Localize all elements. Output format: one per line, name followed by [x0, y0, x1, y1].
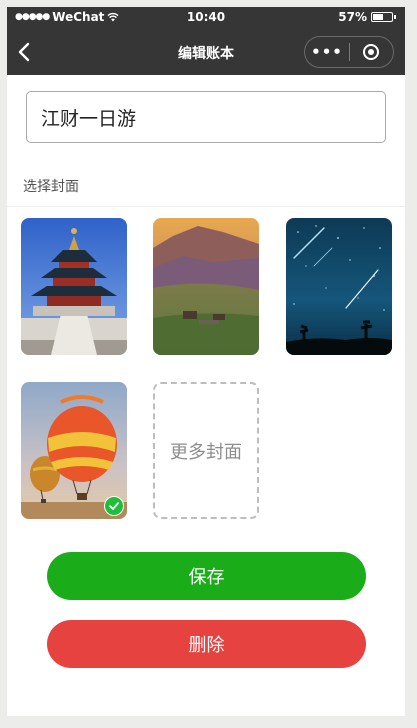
mini-program-close-button[interactable]: [350, 44, 393, 60]
cover-option-temple-of-heaven[interactable]: [21, 218, 127, 355]
cover-option-meteor-night-sky[interactable]: [286, 218, 392, 355]
navigation-bar: 编辑账本 •••: [7, 29, 405, 75]
more-covers-button[interactable]: 更多封面: [153, 382, 259, 519]
cover-option-hot-air-balloons[interactable]: [21, 382, 127, 519]
temple-of-heaven-image: [21, 218, 127, 355]
save-button[interactable]: 保存: [47, 552, 366, 600]
phone-screen: ●●●●● WeChat 10:40 57% 编辑账本 ••• 江财一日游 选择…: [7, 7, 405, 716]
cover-option-sunset-mountains[interactable]: [153, 218, 259, 355]
more-dots-icon[interactable]: •••: [305, 43, 349, 61]
status-bar: ●●●●● WeChat 10:40 57%: [7, 7, 405, 29]
top-bar: ●●●●● WeChat 10:40 57% 编辑账本 •••: [7, 7, 405, 75]
battery-percent: 57%: [338, 10, 367, 24]
meteor-night-sky-image: [286, 218, 392, 355]
battery-fill: [373, 14, 383, 20]
selected-check-icon: [104, 496, 124, 516]
delete-button[interactable]: 删除: [47, 620, 366, 668]
ledger-name-input[interactable]: [26, 91, 386, 143]
mini-program-close-icon: [363, 44, 380, 60]
status-right: 57%: [338, 10, 396, 24]
checkmark-icon: [109, 502, 119, 510]
cover-section-label: 选择封面: [23, 179, 79, 195]
sunset-mountains-image: [153, 218, 259, 355]
battery-icon: [371, 12, 396, 22]
section-divider: [7, 206, 405, 207]
mini-program-capsule: •••: [304, 36, 394, 68]
